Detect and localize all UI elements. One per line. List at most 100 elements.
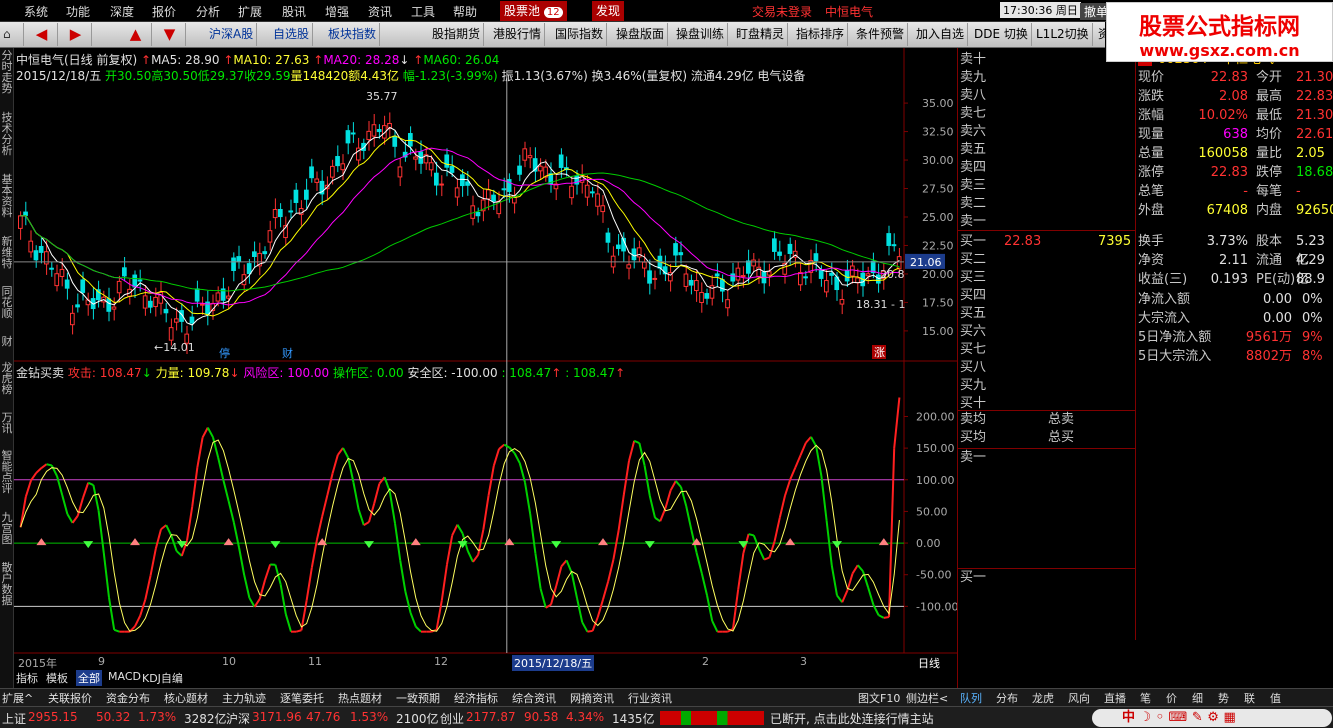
- right-tab[interactable]: 联: [1244, 690, 1255, 706]
- left-nav-item[interactable]: 基本资料: [0, 174, 14, 218]
- toolbar-item[interactable]: 操盘训练: [673, 23, 729, 46]
- right-tab[interactable]: 队列: [960, 690, 982, 706]
- candle-body: [746, 260, 751, 274]
- stat-value: 3.73%: [1206, 234, 1248, 249]
- left-nav-item[interactable]: 同花顺: [0, 286, 14, 319]
- tab-macd[interactable]: MACD: [108, 670, 141, 683]
- arrow-right-icon[interactable]: ▶: [60, 23, 92, 46]
- toolbar-item[interactable]: 沪深A股: [206, 23, 258, 46]
- arrow-up-icon[interactable]: ▲: [120, 23, 152, 46]
- left-nav-item[interactable]: 九宫图: [0, 512, 14, 545]
- right-tab[interactable]: 直播: [1104, 690, 1126, 706]
- cy-label[interactable]: 创业: [440, 710, 464, 727]
- stock-pool-button[interactable]: 股票池 12: [500, 1, 567, 21]
- right-tab[interactable]: 龙虎: [1032, 690, 1054, 706]
- bottom-tab[interactable]: 经济指标: [454, 690, 498, 706]
- candle-body: [189, 316, 195, 324]
- arrow-left-icon[interactable]: ◀: [26, 23, 58, 46]
- menu-item[interactable]: 系统: [24, 3, 48, 20]
- right-tab[interactable]: 势: [1218, 690, 1229, 706]
- tab-template[interactable]: 模板: [46, 670, 68, 686]
- right-tab[interactable]: 值: [1270, 690, 1281, 706]
- menu-item[interactable]: 资讯: [368, 3, 392, 20]
- bottom-tab[interactable]: 资金分布: [106, 690, 150, 706]
- menu-item[interactable]: 增强: [325, 3, 349, 20]
- home-icon[interactable]: ⌂: [0, 23, 24, 46]
- menu-item[interactable]: 帮助: [453, 3, 477, 20]
- bottom-tab[interactable]: 行业资讯: [628, 690, 672, 706]
- menu-item[interactable]: 工具: [411, 3, 435, 20]
- bottom-tab[interactable]: 一致预期: [396, 690, 440, 706]
- hs-label[interactable]: 沪深: [226, 710, 250, 727]
- bottom-tab[interactable]: 关联报价: [48, 690, 92, 706]
- ime-toolbar[interactable]: 中 ☽ ◦ ⌨ ✎ ⚙ ▦: [1092, 709, 1332, 727]
- login-status[interactable]: 交易未登录: [752, 3, 812, 20]
- left-nav-item[interactable]: 分时走势: [0, 50, 14, 94]
- bottom-tab[interactable]: 扩展^: [2, 690, 33, 706]
- toolbar-item[interactable]: 条件预警: [853, 23, 909, 46]
- candle-body: [855, 277, 860, 284]
- buy1-volume: 7395: [1098, 234, 1132, 249]
- left-nav-item[interactable]: 技术分析: [0, 112, 14, 156]
- bottom-tab[interactable]: 主力轨迹: [222, 690, 266, 706]
- discover-button[interactable]: 发现: [592, 1, 625, 21]
- candle-body: [839, 298, 845, 305]
- toolbar-item[interactable]: 盯盘精灵: [733, 23, 789, 46]
- attack-line-segment: [883, 616, 890, 619]
- left-nav-item[interactable]: 散户数据: [0, 562, 14, 606]
- watermark-url: www.gsxz.com.cn: [1139, 41, 1300, 60]
- toolbar-item[interactable]: 指标排序: [793, 23, 849, 46]
- tab-kdj[interactable]: KDJ自编: [142, 670, 183, 686]
- menu-item[interactable]: 股讯: [282, 3, 306, 20]
- left-nav-item[interactable]: 财: [0, 336, 14, 347]
- left-nav-item[interactable]: 万讯: [0, 412, 14, 434]
- menu-item[interactable]: 扩展: [238, 3, 262, 20]
- period-label[interactable]: 日线: [918, 655, 940, 671]
- bottom-tab[interactable]: 逐笔委托: [280, 690, 324, 706]
- toolbar-item[interactable]: 国际指数: [552, 23, 608, 46]
- bottom-tab[interactable]: 热点题材: [338, 690, 382, 706]
- right-tab[interactable]: 价: [1166, 690, 1177, 706]
- stat-label: 外盘: [1138, 203, 1165, 218]
- toolbar-item[interactable]: 板块指数: [325, 23, 381, 46]
- bottom-tab[interactable]: 核心题材: [164, 690, 208, 706]
- candle-body: [798, 272, 803, 286]
- bottom-tab[interactable]: 网摘资讯: [570, 690, 614, 706]
- left-nav-item[interactable]: 新维特: [0, 236, 14, 269]
- x-label: 9: [98, 655, 105, 668]
- toolbar-item[interactable]: 自选股: [270, 23, 314, 46]
- price-axis-label: 27.50: [922, 183, 954, 196]
- menu-item[interactable]: 功能: [66, 3, 90, 20]
- indicator-name[interactable]: 金钻买卖: [16, 366, 64, 380]
- arrow-down-icon[interactable]: ▼: [154, 23, 186, 46]
- tab-sidebar[interactable]: 侧边栏<: [906, 690, 948, 706]
- x-label: 2015年: [18, 657, 57, 670]
- right-tab[interactable]: 笔: [1140, 690, 1151, 706]
- right-tab[interactable]: 细: [1192, 690, 1203, 706]
- menu-item[interactable]: 分析: [196, 3, 220, 20]
- menu-item[interactable]: 报价: [152, 3, 176, 20]
- menu-item[interactable]: 深度: [110, 3, 134, 20]
- right-tab[interactable]: 风向: [1068, 690, 1090, 706]
- left-nav-item[interactable]: 龙虎榜: [0, 362, 14, 395]
- stat-value: 2.08: [1219, 89, 1248, 104]
- bottom-tab[interactable]: 综合资讯: [512, 690, 556, 706]
- flow-value: 9561万: [1245, 330, 1292, 345]
- toolbar-item[interactable]: 股指期货: [429, 23, 485, 46]
- tab-indicator[interactable]: 指标: [16, 670, 38, 686]
- tab-all[interactable]: 全部: [76, 670, 102, 686]
- toolbar-item[interactable]: L1L2切换: [1033, 23, 1093, 46]
- connection-status[interactable]: 已断开, 点击此处连接行情主站: [770, 710, 934, 727]
- x-axis: 2015年 9 10 11 12 2015/12/18/五 2 3 日线: [14, 655, 957, 671]
- toolbar-item[interactable]: 港股行情: [490, 23, 546, 46]
- buy-level-label: 买三: [960, 270, 987, 285]
- candle-body: [111, 306, 117, 310]
- toolbar-item[interactable]: 操盘版面: [613, 23, 669, 46]
- toolbar-item[interactable]: 加入自选: [913, 23, 969, 46]
- buy-level-label: 买五: [960, 306, 987, 321]
- tab-f10[interactable]: 图文F10: [858, 690, 900, 706]
- toolbar-item[interactable]: DDE 切换: [971, 23, 1032, 46]
- left-nav-item[interactable]: 智能点评: [0, 450, 14, 494]
- right-tab[interactable]: 分布: [996, 690, 1018, 706]
- sh-label[interactable]: 上证: [2, 710, 26, 727]
